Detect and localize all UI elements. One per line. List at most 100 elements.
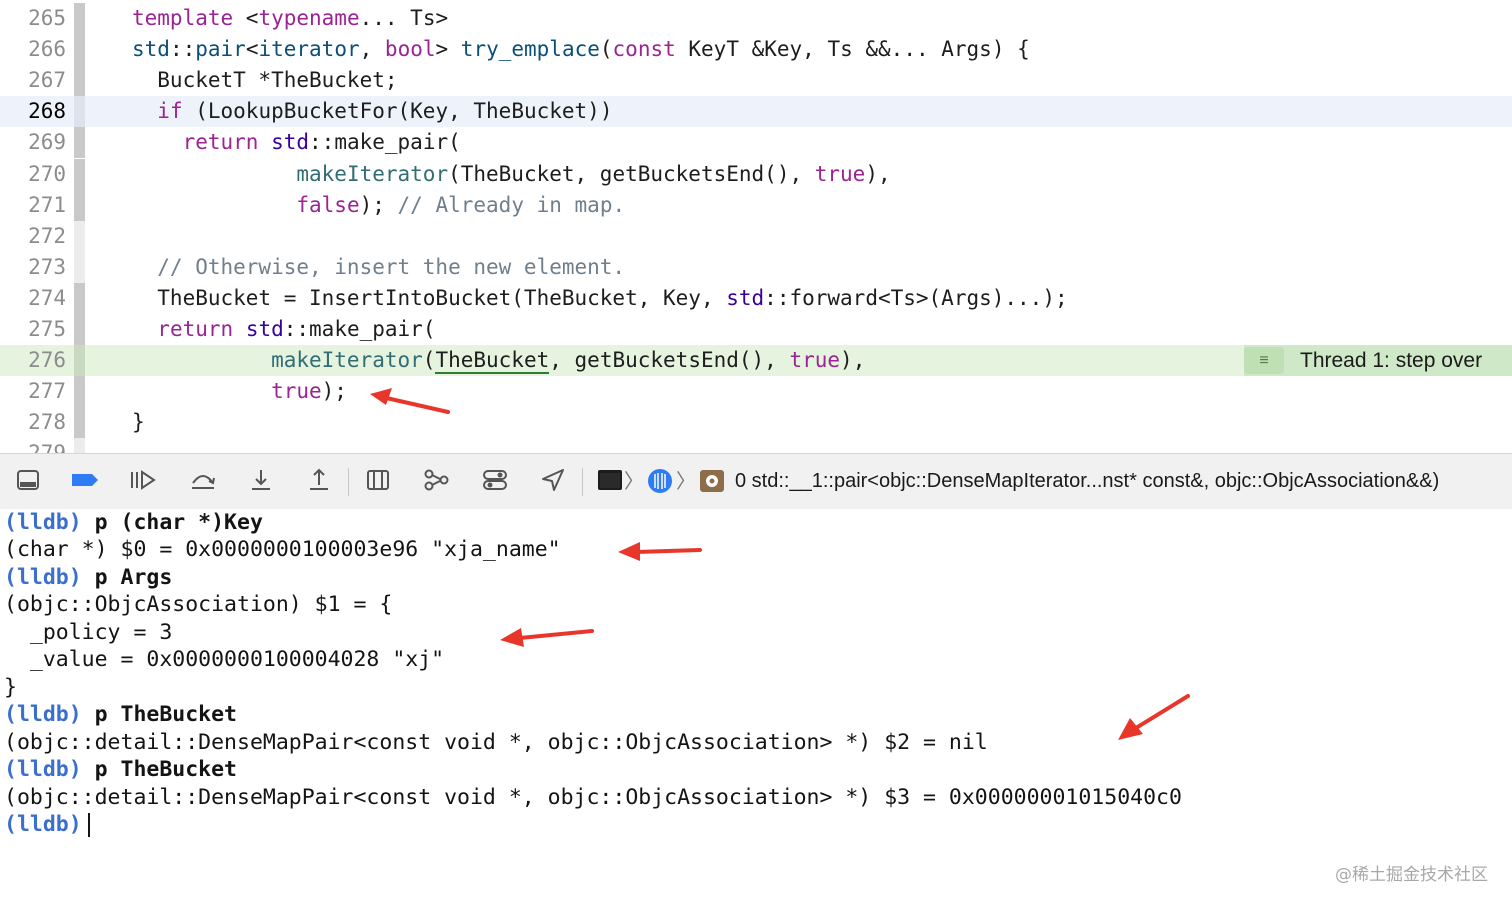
code-line[interactable]: 271 false); // Already in map. (0, 189, 1512, 221)
console-output-line: _policy = 3 (4, 619, 172, 646)
code-text: BucketT *TheBucket; (132, 65, 397, 96)
line-number[interactable]: 272 (0, 221, 66, 252)
gutter-marker (74, 376, 85, 408)
code-line[interactable]: 276 makeIterator(TheBucket, getBucketsEn… (0, 345, 1512, 377)
lldb-prompt: (lldb) (4, 811, 82, 837)
console-output-text: (objc::detail::DenseMapPair<const void *… (4, 784, 1182, 810)
lldb-command: p TheBucket (81, 702, 238, 728)
line-number[interactable]: 267 (0, 65, 66, 96)
console-command-line: (lldb) p TheBucket (4, 756, 237, 783)
watermark: @稀土掘金技术社区 (1335, 865, 1488, 885)
code-token: ); (359, 192, 398, 217)
code-line[interactable]: 270 makeIterator(TheBucket, getBucketsEn… (0, 158, 1512, 190)
code-token: ( (422, 348, 436, 373)
gutter-marker (74, 65, 85, 97)
annotation-arrow-icon (370, 388, 450, 414)
line-number[interactable]: 268 (0, 96, 66, 127)
code-text: if (LookupBucketFor(Key, TheBucket)) (132, 96, 612, 127)
list-icon[interactable]: ≡ (1244, 347, 1284, 375)
code-line[interactable]: 269 return std::make_pair( (0, 127, 1512, 159)
code-line[interactable]: 267 BucketT *TheBucket; (0, 65, 1512, 97)
console-output-line: _value = 0x0000000100004028 "xj" (4, 646, 444, 673)
console-output-text: _policy = 3 (4, 619, 173, 645)
code-token: , (359, 37, 385, 62)
line-number[interactable]: 276 (0, 345, 66, 376)
console-command-line: (lldb) p Args (4, 564, 172, 591)
code-token: // Already in map. (397, 192, 626, 217)
console-output-text: (objc::detail::DenseMapPair<const void *… (4, 729, 988, 755)
console-output-text: (char *) $0 = 0x0000000100003e96 "xja_na… (4, 537, 561, 563)
process-icon[interactable] (596, 467, 624, 495)
console-output-text: } (4, 674, 17, 700)
step-out-icon[interactable] (305, 467, 333, 495)
lldb-console[interactable]: (lldb) p (char *)Key (char *) $0 = 0x0000… (0, 509, 1512, 907)
gutter-marker (74, 438, 85, 453)
code-line[interactable]: 268 if (LookupBucketFor(Key, TheBucket)) (0, 96, 1512, 128)
lldb-prompt: (lldb) (4, 564, 82, 590)
console-output-line: (objc::detail::DenseMapPair<const void *… (4, 729, 988, 756)
line-number[interactable]: 271 (0, 190, 66, 221)
line-number[interactable]: 279 (0, 438, 66, 453)
text-cursor[interactable] (87, 812, 90, 837)
gutter-marker (74, 158, 85, 190)
line-number[interactable]: 273 (0, 252, 66, 283)
simulate-location-icon[interactable] (539, 467, 567, 495)
code-line[interactable]: 265 template <typename... Ts> (0, 3, 1512, 34)
code-text: makeIterator(TheBucket, getBucketsEnd(),… (132, 159, 890, 190)
code-line[interactable]: 279 (0, 438, 1512, 453)
line-number[interactable]: 270 (0, 159, 66, 190)
code-token: true (814, 161, 866, 186)
stack-frame-label[interactable]: 0 std::__1::pair<objc::DenseMapIterator.… (735, 467, 1439, 495)
line-number[interactable]: 277 (0, 376, 66, 407)
code-line[interactable]: 274 TheBucket = InsertIntoBucket(TheBuck… (0, 282, 1512, 314)
frame-icon[interactable] (698, 467, 726, 495)
lldb-command: p TheBucket (81, 757, 238, 783)
lldb-prompt: (lldb) (4, 757, 82, 783)
code-line[interactable]: 273 // Otherwise, insert the new element… (0, 251, 1512, 283)
code-token: ::forward<Ts>(Args)...); (764, 285, 1068, 310)
line-number[interactable]: 274 (0, 283, 66, 314)
thread-icon[interactable] (646, 467, 674, 495)
line-number[interactable]: 278 (0, 407, 66, 438)
code-token: TheBucket = InsertIntoBucket(TheBucket, … (132, 285, 727, 310)
code-token: ::make_pair( (283, 317, 436, 341)
line-number[interactable]: 275 (0, 314, 66, 345)
code-line[interactable]: 277 true); (0, 376, 1512, 408)
code-token: return (157, 317, 234, 341)
code-token: ::make_pair( (309, 130, 461, 155)
code-token: KeyT &Key, Ts &&... Args) { (675, 37, 1030, 62)
code-text: makeIterator(TheBucket, getBucketsEnd(),… (132, 345, 865, 376)
gutter-marker (74, 96, 85, 128)
hide-debug-area-icon[interactable] (14, 467, 42, 495)
code-line[interactable]: 278} (0, 407, 1512, 439)
environment-overrides-icon[interactable] (481, 467, 509, 495)
code-text: template <typename... Ts> (132, 3, 448, 34)
line-number[interactable]: 265 (0, 3, 66, 34)
step-over-icon[interactable] (188, 467, 216, 495)
gutter-marker (74, 314, 85, 345)
code-token: (TheBucket, getBucketsEnd(), (448, 161, 815, 186)
debug-view-hierarchy-icon[interactable] (364, 467, 392, 495)
path-chevron-icon: 〉 (676, 469, 696, 493)
code-token: // Otherwise, insert the new element. (132, 254, 626, 279)
code-line[interactable]: 272 (0, 220, 1512, 252)
source-editor[interactable]: 265 template <typename... Ts> 266 std::pair… (0, 0, 1512, 453)
memory-graph-icon[interactable] (422, 467, 450, 495)
continue-icon[interactable] (128, 467, 156, 495)
code-text: return std::make_pair( (132, 127, 461, 158)
line-number[interactable]: 269 (0, 127, 66, 158)
line-number[interactable]: 266 (0, 34, 66, 65)
code-token: pair (195, 37, 246, 62)
code-line[interactable]: 275 return std::make_pair( (0, 314, 1512, 345)
code-token: template (132, 6, 246, 30)
code-token: false (296, 192, 360, 217)
code-token: ), (840, 348, 866, 373)
thread-status-badge[interactable]: ≡ Thread 1: step over (1244, 345, 1512, 377)
step-into-icon[interactable] (247, 467, 275, 495)
breakpoints-toggle-icon[interactable] (70, 467, 98, 495)
code-line[interactable]: 266 std::pair<iterator, bool> try_emplace… (0, 34, 1512, 66)
console-output-text: (objc::ObjcAssociation) $1 = { (4, 592, 393, 618)
code-token: :: (169, 37, 196, 62)
